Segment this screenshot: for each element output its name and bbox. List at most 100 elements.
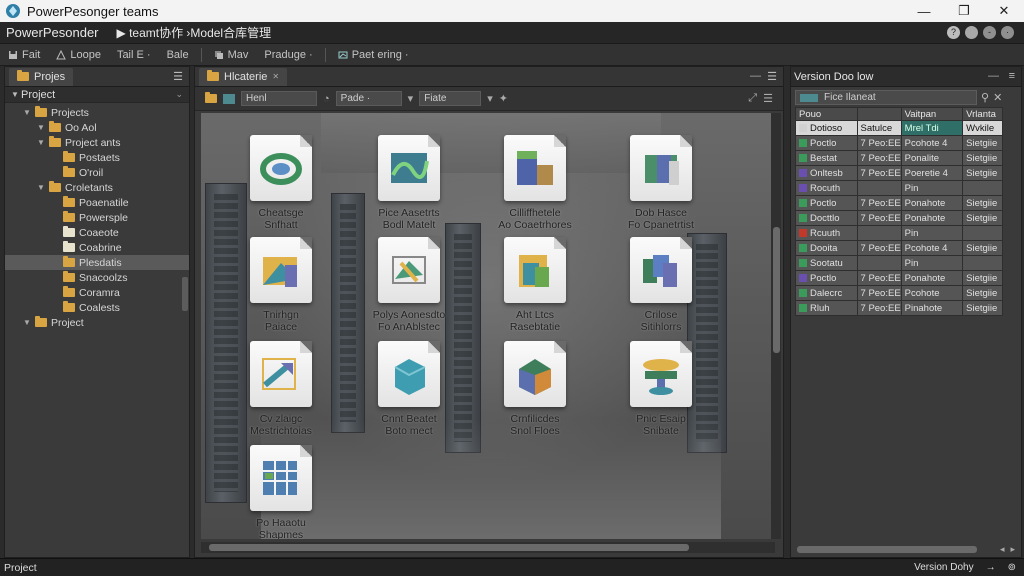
version-cell[interactable]: Pin <box>900 225 964 241</box>
asset-item[interactable]: Dob Hasce Fo Cpanetrtist <box>613 135 709 231</box>
minimize-panel-icon[interactable]: — <box>750 70 761 82</box>
flag-icon[interactable] <box>223 93 235 104</box>
table-row[interactable]: Onltesb 7 Peo:EE Poeretie 4 Sietgiie <box>795 165 1003 181</box>
table-row[interactable]: Sootatu Pin <box>795 255 1003 271</box>
tree-item[interactable]: ▼ Croletants <box>5 180 189 195</box>
table-row[interactable]: Poctlo 7 Peo:EE Pcohote 4 Sietgiie <box>795 135 1003 151</box>
tree-item[interactable]: Coaeote <box>5 225 189 240</box>
menu-bale[interactable]: Bale <box>159 44 197 66</box>
tree-item[interactable]: Coalests <box>5 300 189 315</box>
version-cell[interactable]: 7 Peo:EE <box>856 165 902 181</box>
version-file-cell[interactable]: Poctlo <box>795 195 858 211</box>
col-header-vrlanta[interactable]: Vrlanta <box>962 107 1003 121</box>
tree-item[interactable]: Coabrine <box>5 240 189 255</box>
version-file-cell[interactable]: Dalecrc <box>795 285 858 301</box>
version-cell[interactable]: Wvkile <box>962 120 1003 136</box>
asset-item[interactable]: Polys Aonesdto Fo AnAblstec <box>361 237 457 333</box>
list-view-icon[interactable]: ☰ <box>763 92 773 105</box>
version-file-cell[interactable]: Poctlo <box>795 135 858 151</box>
help-icon[interactable]: ? <box>947 26 960 39</box>
asset-item[interactable]: Cnnt Beatet Boto mect <box>361 341 457 437</box>
user-icon[interactable] <box>965 26 978 39</box>
expand-icon[interactable]: ⤢ <box>748 92 757 105</box>
settings-icon[interactable]: ✦ <box>499 92 508 105</box>
version-cell[interactable] <box>856 225 902 241</box>
table-row[interactable]: Rocuth Pin <box>795 180 1003 196</box>
table-row[interactable]: Poctlo 7 Peo:EE Ponahote Sietgiie <box>795 195 1003 211</box>
tab-assets[interactable]: Hlcaterie ✕ <box>199 67 288 86</box>
version-cell[interactable]: Pcohote 4 <box>900 135 964 151</box>
version-cell[interactable]: 7 Peo:EE <box>856 270 902 286</box>
version-cell[interactable]: Sietgiie <box>962 240 1003 256</box>
tree-item[interactable]: ▼ Oo Aol <box>5 120 189 135</box>
menu-paet-ering[interactable]: Paet ering · <box>330 44 417 66</box>
version-cell[interactable] <box>856 180 902 196</box>
collapse-icon[interactable]: ⌄ <box>175 89 183 100</box>
version-cell[interactable]: Sietgiie <box>962 300 1003 316</box>
version-cell[interactable]: Sietgiie <box>962 285 1003 301</box>
version-cell[interactable]: Sietgiie <box>962 135 1003 151</box>
page-select[interactable]: Pade · <box>335 91 402 106</box>
minimize-panel-icon[interactable]: — <box>988 70 999 82</box>
tree-item[interactable]: O'roil <box>5 165 189 180</box>
version-cell[interactable]: 7 Peo:EE <box>856 135 902 151</box>
menu-mav[interactable]: Mav <box>206 44 257 66</box>
version-cell[interactable]: 7 Peo:EE <box>856 210 902 226</box>
version-cell[interactable]: Sietgiie <box>962 165 1003 181</box>
version-cell[interactable]: Pcohote <box>900 285 964 301</box>
version-cell[interactable] <box>962 255 1003 271</box>
close-tab-icon[interactable]: ✕ <box>272 72 279 81</box>
expand-arrow-icon[interactable]: ▼ <box>23 318 31 327</box>
version-cell[interactable] <box>962 225 1003 241</box>
version-cell[interactable]: 7 Peo:EE <box>856 195 902 211</box>
close-icon[interactable]: ✕ <box>993 91 1002 104</box>
version-cell[interactable]: 7 Peo:EE <box>856 150 902 166</box>
table-row[interactable]: Dotioso Satulce Mrel Tdi Wvkile <box>795 120 1003 136</box>
refresh-icon[interactable]: ◔ <box>323 93 330 105</box>
expand-arrow-icon[interactable]: ▼ <box>37 183 45 192</box>
arrow-right-icon[interactable]: ▸ <box>1010 544 1015 555</box>
tree-item[interactable]: Powersple <box>5 210 189 225</box>
asset-item[interactable]: Cilliffhetele Ao Coaetrhores <box>487 135 583 231</box>
filter-select[interactable]: Fiate <box>419 91 482 106</box>
asset-item[interactable]: Cheatsge Snfhatt <box>233 135 329 231</box>
version-cell[interactable] <box>856 255 902 271</box>
version-cell[interactable]: 7 Peo:EE <box>856 300 902 316</box>
version-cell[interactable]: Sietgiie <box>962 150 1003 166</box>
tab-projects[interactable]: Projes <box>9 67 74 86</box>
version-cell[interactable]: Sietgiie <box>962 270 1003 286</box>
minus-icon[interactable]: - <box>983 26 996 39</box>
asset-item[interactable]: Aht Ltcs Rasebtatie <box>487 237 583 333</box>
sort-icon[interactable]: ▾ <box>408 92 414 105</box>
menu-tail[interactable]: Tail E · <box>109 44 159 66</box>
expand-arrow-icon[interactable]: ▼ <box>37 138 45 147</box>
col-header-pouo[interactable]: Pouo <box>795 107 858 121</box>
version-cell[interactable] <box>962 180 1003 196</box>
panel-menu-icon[interactable]: ☰ <box>173 70 183 83</box>
close-button[interactable]: ✕ <box>984 0 1024 22</box>
menu-loope[interactable]: Loope <box>48 44 109 66</box>
tree-item[interactable]: Coramra <box>5 285 189 300</box>
expand-arrow-icon[interactable]: ▼ <box>23 108 31 117</box>
version-file-cell[interactable]: Dooita <box>795 240 858 256</box>
tree-item[interactable]: ▼ Project <box>5 315 189 330</box>
version-cell[interactable]: Ponahote <box>900 270 964 286</box>
tree-item[interactable]: Snacoolzs <box>5 270 189 285</box>
version-search-input[interactable]: Fice Ilaneat <box>795 89 977 105</box>
version-file-cell[interactable]: Rluh <box>795 300 858 316</box>
table-row[interactable]: Dooita 7 Peo:EE Pcohote 4 Sietgiie <box>795 240 1003 256</box>
version-cell[interactable]: Sietgiie <box>962 210 1003 226</box>
version-file-cell[interactable]: Poctlo <box>795 270 858 286</box>
version-file-cell[interactable]: Sootatu <box>795 255 858 271</box>
tree-item[interactable]: ▼ Project ants <box>5 135 189 150</box>
table-row[interactable]: Rluh 7 Peo:EE Pinahote Sietgiie <box>795 300 1003 316</box>
version-hscrollbar[interactable] <box>797 546 977 553</box>
version-file-cell[interactable]: Onltesb <box>795 165 858 181</box>
settings-icon[interactable]: · <box>1001 26 1014 39</box>
maximize-button[interactable]: ❐ <box>944 0 984 22</box>
version-cell[interactable]: Ponalite <box>900 150 964 166</box>
asset-item[interactable]: Crnfilicdes Snol Floes <box>487 341 583 437</box>
asset-item[interactable]: Tnirhgn Paiace <box>233 237 329 333</box>
menu-praduge[interactable]: Praduge · <box>256 44 320 66</box>
minimize-button[interactable]: — <box>904 0 944 22</box>
